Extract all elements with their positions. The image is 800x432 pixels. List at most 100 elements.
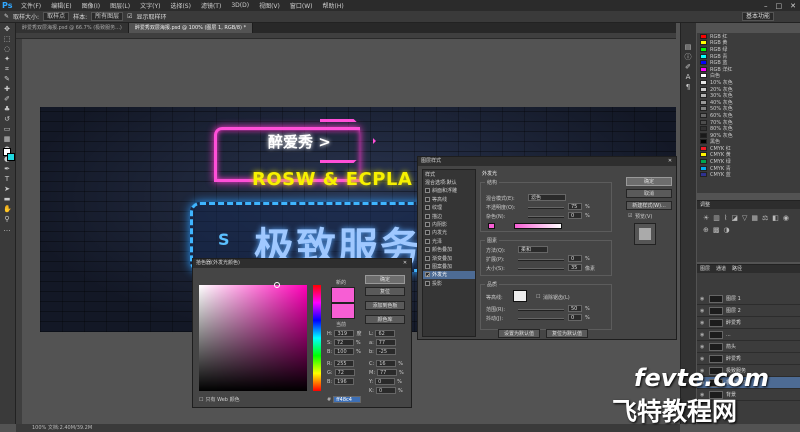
size-input[interactable]: 35	[568, 264, 582, 271]
minimize-icon[interactable]: –	[764, 2, 768, 10]
paragraph-panel-icon[interactable]: ¶	[684, 83, 692, 91]
menu-type[interactable]: 文字(Y)	[135, 1, 165, 10]
opacity-slider[interactable]	[528, 207, 564, 209]
background-color-swatch[interactable]	[7, 153, 15, 161]
layer-row[interactable]: ◉ 图层 1	[697, 293, 800, 305]
color-libraries-button[interactable]: 颜色库	[365, 315, 405, 324]
m-input[interactable]: 77	[377, 369, 397, 376]
style-list-item[interactable]: 斜面和浮雕	[423, 187, 475, 195]
preview-checkbox[interactable]: ☑	[628, 213, 632, 219]
style-checkbox[interactable]	[425, 222, 430, 228]
hue-icon[interactable]: ▦	[751, 214, 758, 222]
channel-mixer-icon[interactable]: ⊕	[703, 226, 709, 234]
style-checkbox[interactable]	[425, 205, 430, 211]
style-list-item[interactable]: 样式	[423, 170, 475, 178]
style-list-item[interactable]: 描边	[423, 212, 475, 220]
s-input[interactable]: 72	[333, 339, 354, 346]
vibrance-icon[interactable]: ▽	[742, 214, 747, 222]
menu-layer[interactable]: 图层(L)	[105, 1, 135, 10]
style-checkbox[interactable]	[425, 238, 430, 244]
c-input[interactable]: 16	[376, 360, 397, 367]
style-checkbox[interactable]	[425, 247, 430, 253]
invert-icon[interactable]: ◑	[724, 226, 730, 234]
menu-edit[interactable]: 编辑(E)	[46, 1, 76, 10]
lab-b-input[interactable]: -25	[375, 348, 396, 355]
layer-row[interactable]: ◉ 醉爱秀	[697, 317, 800, 329]
web-only-checkbox[interactable]: ☐	[199, 397, 203, 403]
shape-tool-icon[interactable]: ▬	[3, 195, 11, 203]
style-list-item[interactable]: ✓ 外发光	[423, 270, 475, 279]
history-panel-icon[interactable]: ▤	[684, 43, 692, 51]
photo-filter-icon[interactable]: ◉	[783, 214, 789, 222]
style-list-item[interactable]: 混合选项:默认	[423, 178, 475, 186]
menu-image[interactable]: 图像(I)	[77, 1, 105, 10]
contour-preview[interactable]	[513, 290, 527, 302]
style-list-item[interactable]: 内发光	[423, 229, 475, 237]
crop-tool-icon[interactable]: ⌗	[3, 65, 11, 73]
eye-icon[interactable]: ◉	[700, 344, 706, 350]
y-input[interactable]: 0	[375, 378, 396, 385]
set-default-button[interactable]: 设置为默认值	[498, 329, 540, 338]
menu-help[interactable]: 帮助(H)	[318, 1, 349, 10]
glow-color-swatch[interactable]	[488, 223, 495, 229]
history-brush-icon[interactable]: ↺	[3, 115, 11, 123]
eye-icon[interactable]: ◉	[700, 332, 706, 338]
jitter-slider[interactable]	[518, 318, 564, 320]
zoom-tool-icon[interactable]: ⚲	[3, 215, 11, 223]
eyedropper-icon[interactable]: ✎	[4, 13, 9, 20]
anti-alias-checkbox[interactable]: ☐	[536, 294, 540, 300]
menu-3d[interactable]: 3D(D)	[226, 2, 254, 9]
tab-channels[interactable]: 通道	[716, 265, 726, 273]
eyedropper-tool-icon[interactable]: ✎	[3, 75, 11, 83]
blue-input[interactable]: 196	[334, 378, 355, 385]
g-input[interactable]: 72	[334, 369, 355, 376]
layer-row[interactable]: ◉ 箭头	[697, 341, 800, 353]
menu-view[interactable]: 视图(V)	[254, 1, 285, 10]
blend-mode-select[interactable]: 滤色	[528, 194, 566, 201]
eye-icon[interactable]: ◉	[700, 320, 706, 326]
eraser-tool-icon[interactable]: ▭	[3, 125, 11, 133]
style-list-item[interactable]: 颜色叠加	[423, 246, 475, 254]
move-tool-icon[interactable]: ✥	[3, 25, 11, 33]
levels-icon[interactable]: ▥	[713, 214, 720, 222]
brush-panel-icon[interactable]: ✐	[684, 63, 692, 71]
h-input[interactable]: 319	[334, 330, 355, 337]
r-input[interactable]: 255	[334, 360, 355, 367]
style-list-item[interactable]: 渐变叠加	[423, 254, 475, 262]
new-style-button[interactable]: 新建样式(W)...	[626, 201, 672, 210]
more-tools-icon[interactable]: …	[3, 225, 11, 233]
magic-wand-tool-icon[interactable]: ✦	[3, 55, 11, 63]
style-list-item[interactable]: 图案叠加	[423, 262, 475, 270]
current-color-swatch[interactable]	[331, 303, 355, 319]
type-tool-icon[interactable]: T	[3, 175, 11, 183]
spread-input[interactable]: 0	[568, 255, 582, 262]
method-select[interactable]: 柔和	[518, 246, 548, 253]
style-checkbox[interactable]	[425, 230, 430, 236]
opacity-input[interactable]: 75	[568, 203, 582, 210]
balance-icon[interactable]: ⚖	[762, 214, 768, 222]
menu-window[interactable]: 窗口(W)	[285, 1, 318, 10]
hand-tool-icon[interactable]: ✋	[3, 205, 12, 213]
sample-size-select[interactable]: 取样点	[43, 12, 70, 21]
style-checkbox[interactable]	[425, 213, 430, 219]
b-input[interactable]: 100	[334, 348, 355, 355]
color-field[interactable]	[199, 285, 307, 391]
a-input[interactable]: 77	[375, 339, 396, 346]
pen-tool-icon[interactable]: ✒	[3, 165, 11, 173]
cancel-button[interactable]: 取消	[626, 189, 672, 198]
noise-input[interactable]: 0	[568, 212, 582, 219]
path-select-icon[interactable]: ➤	[3, 185, 11, 193]
menu-filter[interactable]: 滤镜(T)	[196, 1, 226, 10]
bw-icon[interactable]: ◧	[772, 214, 779, 222]
close-icon[interactable]: ✕	[790, 2, 796, 10]
healing-tool-icon[interactable]: ✚	[3, 85, 11, 93]
gradient-tool-icon[interactable]: ▦	[3, 135, 11, 143]
jitter-input[interactable]: 0	[568, 314, 582, 321]
workspace-select[interactable]: 基本功能	[741, 12, 774, 21]
add-to-swatches-button[interactable]: 添加到色板	[365, 301, 405, 310]
style-checkbox[interactable]	[425, 280, 430, 286]
brightness-icon[interactable]: ☀	[703, 214, 709, 222]
style-checkbox[interactable]	[425, 255, 430, 261]
sample-select[interactable]: 所有图层	[91, 12, 124, 21]
range-slider[interactable]	[518, 309, 564, 311]
